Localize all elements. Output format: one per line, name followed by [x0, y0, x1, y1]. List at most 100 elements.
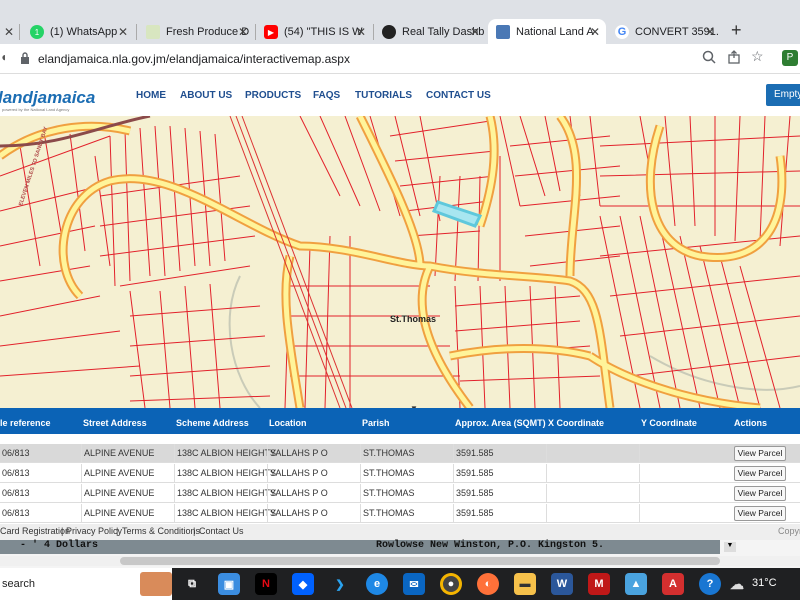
interactive-map[interactable]: ELEVEN MILES TO SANDY BAY St.Thomas ▼ — [0, 116, 800, 408]
tab-google-convert[interactable]: G CONVERT 3591. ✕ — [607, 19, 721, 45]
site-header: landjamaica powered by the National Land… — [0, 74, 800, 116]
table-row[interactable]: 06/813 ALPINE AVENUE 138C ALBION HEIGHTS… — [0, 484, 800, 503]
nav-faqs[interactable]: FAQS — [313, 90, 340, 101]
footer-link-terms[interactable]: Terms & Conditions — [122, 526, 200, 536]
selected-parcel-highlight[interactable] — [431, 200, 483, 228]
close-icon[interactable]: ✕ — [238, 25, 248, 39]
cell-street: ALPINE AVENUE — [81, 484, 154, 503]
youtube-icon: ▶ — [264, 25, 278, 39]
cell-x — [546, 484, 639, 503]
cell-y — [639, 484, 732, 503]
browser-tab-strip: ✕ 1 (1) WhatsApp ✕ Fresh Produce D ✕ ▶ (… — [0, 0, 800, 45]
close-icon[interactable]: ✕ — [118, 25, 128, 39]
lock-icon[interactable] — [20, 51, 30, 69]
cell-street: ALPINE AVENUE — [81, 464, 154, 483]
table-row[interactable]: 06/813 ALPINE AVENUE 138C ALBION HEIGHTS… — [0, 444, 800, 463]
cell-street: ALPINE AVENUE — [81, 504, 154, 523]
netflix-icon[interactable]: N — [255, 573, 277, 595]
tab-whatsapp[interactable]: 1 (1) WhatsApp ✕ — [22, 19, 134, 45]
view-parcel-button[interactable]: View Parcel — [734, 446, 786, 461]
results-table: le reference Street Address Scheme Addre… — [0, 408, 800, 524]
help-icon[interactable]: ? — [699, 573, 721, 595]
document-text-left: - ′ 4 Dollars — [20, 540, 99, 551]
document-text-right: Rowlowse New Winston, P.O. Kingston 5. — [376, 540, 605, 551]
zoom-icon[interactable] — [702, 50, 716, 69]
mail-icon[interactable]: ✉ — [403, 573, 425, 595]
close-icon[interactable]: ✕ — [4, 25, 14, 39]
cell-parish: ST.THOMAS — [360, 504, 415, 523]
nav-tutorials[interactable]: TUTORIALS — [355, 90, 412, 101]
share-icon[interactable] — [727, 50, 741, 69]
col-x-coordinate: X Coordinate — [548, 418, 605, 428]
tally-icon — [382, 25, 396, 39]
chrome-icon[interactable]: ● — [440, 573, 462, 595]
view-parcel-button[interactable]: View Parcel — [734, 466, 786, 481]
site-info-icon[interactable]: ◖ — [0, 50, 7, 64]
cell-area: 3591.585 — [453, 444, 494, 463]
table-row[interactable]: 06/813 ALPINE AVENUE 138C ALBION HEIGHTS… — [0, 504, 800, 523]
cell-location: YALLAHS P O — [267, 504, 328, 523]
firefox-icon[interactable]: ◐ — [477, 573, 499, 595]
cell-y — [639, 464, 732, 483]
tab-close-partial[interactable]: ✕ — [0, 19, 18, 45]
cell-area: 3591.585 — [453, 504, 494, 523]
acrobat-icon[interactable]: A — [662, 573, 684, 595]
site-footer: Card Registration | Privacy Policy | Ter… — [0, 524, 800, 540]
cell-parish: ST.THOMAS — [360, 444, 415, 463]
site-logo[interactable]: landjamaica — [0, 88, 95, 108]
edge-icon[interactable]: e — [366, 573, 388, 595]
parcel-map[interactable]: ELEVEN MILES TO SANDY BAY St.Thomas — [0, 116, 800, 408]
file-explorer-icon[interactable]: ▬ — [514, 573, 536, 595]
site-tagline: powered by the National Land Agency — [2, 107, 70, 112]
nav-home[interactable]: HOME — [136, 90, 166, 101]
cell-reference: 06/813 — [2, 448, 30, 458]
nav-contact-us[interactable]: CONTACT US — [426, 90, 491, 101]
tab-national-land-agency[interactable]: National Land A ✕ — [488, 19, 606, 45]
cell-scheme: 138C ALBION HEIGHTS — [174, 484, 276, 503]
search-input[interactable]: search — [2, 578, 35, 590]
bookmark-star-icon[interactable]: ☆ — [751, 48, 764, 65]
weather-icon[interactable]: ☁ — [726, 573, 748, 595]
close-icon[interactable]: ✕ — [590, 25, 600, 39]
mcafee-icon[interactable]: M — [588, 573, 610, 595]
tab-fresh-produce[interactable]: Fresh Produce D ✕ — [138, 19, 254, 45]
cell-area: 3591.585 — [453, 464, 494, 483]
temperature-readout[interactable]: 31°C — [752, 577, 777, 589]
view-parcel-button[interactable]: View Parcel — [734, 486, 786, 501]
cell-street: ALPINE AVENUE — [81, 444, 154, 463]
close-icon[interactable]: ✕ — [705, 25, 715, 39]
footer-link-card-registration[interactable]: Card Registration — [0, 526, 70, 536]
word-icon[interactable]: W — [551, 573, 573, 595]
table-row[interactable]: 06/813 ALPINE AVENUE 138C ALBION HEIGHTS… — [0, 464, 800, 483]
taskbar-search-box[interactable]: search — [0, 568, 172, 600]
cell-parish: ST.THOMAS — [360, 484, 415, 503]
photos-icon[interactable]: ▲ — [625, 573, 647, 595]
new-tab-button[interactable]: + — [731, 20, 742, 41]
col-y-coordinate: Y Coordinate — [641, 418, 697, 428]
copyright-text: Copyri — [778, 526, 800, 536]
dropbox-icon[interactable]: ◆ — [292, 573, 314, 595]
close-icon[interactable]: ✕ — [356, 25, 366, 39]
cart-button[interactable]: Empty — [766, 84, 800, 106]
footer-link-contact-us[interactable]: Contact Us — [199, 526, 244, 536]
view-parcel-button[interactable]: View Parcel — [734, 506, 786, 521]
address-bar: ◖ elandjamaica.nla.gov.jm/elandjamaica/i… — [0, 44, 800, 74]
vscode-icon[interactable]: ❯ — [329, 573, 351, 595]
store-icon[interactable]: ▣ — [218, 573, 240, 595]
close-icon[interactable]: ✕ — [470, 25, 480, 39]
task-view-icon[interactable]: ⧉ — [181, 573, 203, 595]
horizontal-scrollbar[interactable] — [0, 556, 800, 566]
tab-youtube[interactable]: ▶ (54) "THIS IS W ✕ — [256, 19, 372, 45]
col-area: Approx. Area (SQMT) — [455, 418, 546, 428]
url-field[interactable]: elandjamaica.nla.gov.jm/elandjamaica/int… — [38, 52, 350, 66]
footer-link-privacy-policy[interactable]: Privacy Policy — [66, 526, 122, 536]
tab-real-tally[interactable]: Real Tally Dashb ✕ — [374, 19, 486, 45]
profile-extension-icon[interactable]: P — [782, 50, 798, 66]
nav-about-us[interactable]: ABOUT US — [180, 90, 232, 101]
cell-area: 3591.585 — [453, 484, 494, 503]
scroll-down-arrow[interactable]: ▼ — [724, 542, 736, 552]
scrollbar-thumb[interactable] — [120, 557, 720, 565]
cell-reference: 06/813 — [2, 468, 30, 478]
nav-products[interactable]: PRODUCTS — [245, 90, 301, 101]
search-highlight-icon[interactable] — [140, 572, 172, 596]
